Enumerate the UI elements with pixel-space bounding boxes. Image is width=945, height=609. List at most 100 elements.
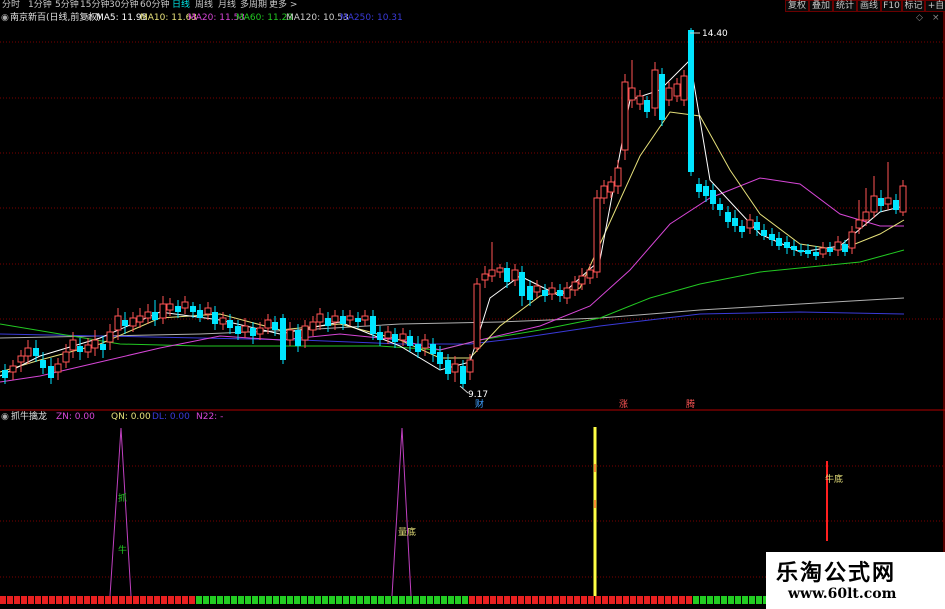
status-cell [273,596,279,604]
status-cell [441,596,447,604]
status-cell [154,596,160,604]
candle-body-up [24,347,32,357]
candle-body-up [571,281,579,291]
candle-body-down [212,312,218,324]
status-cell [672,596,678,604]
status-cell [399,596,405,604]
status-cell [434,596,440,604]
status-cell [294,596,300,604]
candle-body-down [688,30,694,172]
status-cell [665,596,671,604]
grid-lines [0,12,945,600]
candle-body-up [361,315,369,321]
candle-body-down [295,330,301,346]
candle-body-down [280,318,286,360]
status-cell [476,596,482,604]
candle-body-up [473,283,481,349]
label-niudi: 牛底 [825,473,843,485]
status-cell [287,596,293,604]
dl-value: DL: 0.00 [152,412,190,422]
n22-value: N22: - [196,412,224,422]
label-zhua: 抓 [118,492,127,504]
status-cell [182,596,188,604]
status-cell [21,596,27,604]
status-cell [560,596,566,604]
candle-body-down [754,222,760,230]
status-cell [637,596,643,604]
candle-body-up [316,313,324,323]
candle-body-up [533,285,541,293]
candle-body-up [286,329,294,341]
status-cell [546,596,552,604]
ma120-line [0,311,905,345]
status-cell [392,596,398,604]
candle-body-up [746,219,754,229]
candle-body-up [819,247,827,255]
status-color-bar [0,596,769,604]
candle-body-up [9,365,17,373]
status-cell [518,596,524,604]
status-cell [427,596,433,604]
candle-body-up [241,325,249,333]
candle-body-up [114,315,122,331]
candle-body-up [488,269,496,277]
candle-body-up [665,87,673,101]
status-cell [735,596,741,604]
candle-body-down [48,366,54,378]
candle-body-up [466,359,474,373]
candle-body-up [256,327,264,335]
status-cell [350,596,356,604]
status-cell [357,596,363,604]
candle-body-down [407,336,413,346]
status-cell [693,596,699,604]
status-cell [224,596,230,604]
indicator-settings-icon[interactable]: ◉ [1,411,9,423]
status-cell [364,596,370,604]
status-cell [581,596,587,604]
candle-body-down [227,320,233,328]
signal-spike-2 [391,427,412,597]
chart-canvas[interactable]: 14.40 9.17 财 涨 腾 抓 牛 量底 牛底 [0,0,945,609]
candle-body-up [496,267,504,273]
candle-body-down [415,344,421,352]
candle-body-down [355,318,361,322]
status-cell [203,596,209,604]
candle-body-up [331,315,339,323]
candle-body-up [548,287,556,295]
candle-body-up [264,319,272,329]
candle-body-up [628,87,636,101]
candle-body-up [884,197,892,205]
status-cell [84,596,90,604]
status-cell [161,596,167,604]
signal-spike-1 [109,427,132,597]
candle-body-up [451,363,459,373]
status-cell [749,596,755,604]
status-cell [0,596,6,604]
status-cell [686,596,692,604]
candle-body-down [827,248,833,252]
status-cell [343,596,349,604]
status-cell [630,596,636,604]
status-cell [707,596,713,604]
indicator-info-bar: ◉ 抓牛擒龙 ZN: 0.00 QN: 0.00 DL: 0.00 N22: - [0,411,945,423]
status-cell [511,596,517,604]
status-cell [119,596,125,604]
candle-body-down [739,226,745,232]
candle-body-up [855,219,863,229]
candle-body-down [732,218,738,226]
candle-body-up [673,83,681,97]
qn-value: QN: 0.00 [111,412,151,422]
high-price-label: 14.40 [702,29,728,39]
candle-body-down [152,312,158,320]
status-cell [301,596,307,604]
status-cell [112,596,118,604]
candle-body-up [848,231,856,249]
candle-body-up [563,287,571,299]
candle-body-down [272,322,278,330]
candle-body-down [805,250,811,254]
status-cell [378,596,384,604]
status-cell [406,596,412,604]
candle-body-down [370,316,376,334]
candle-body-up [593,197,601,273]
candle-body-up [899,185,907,213]
